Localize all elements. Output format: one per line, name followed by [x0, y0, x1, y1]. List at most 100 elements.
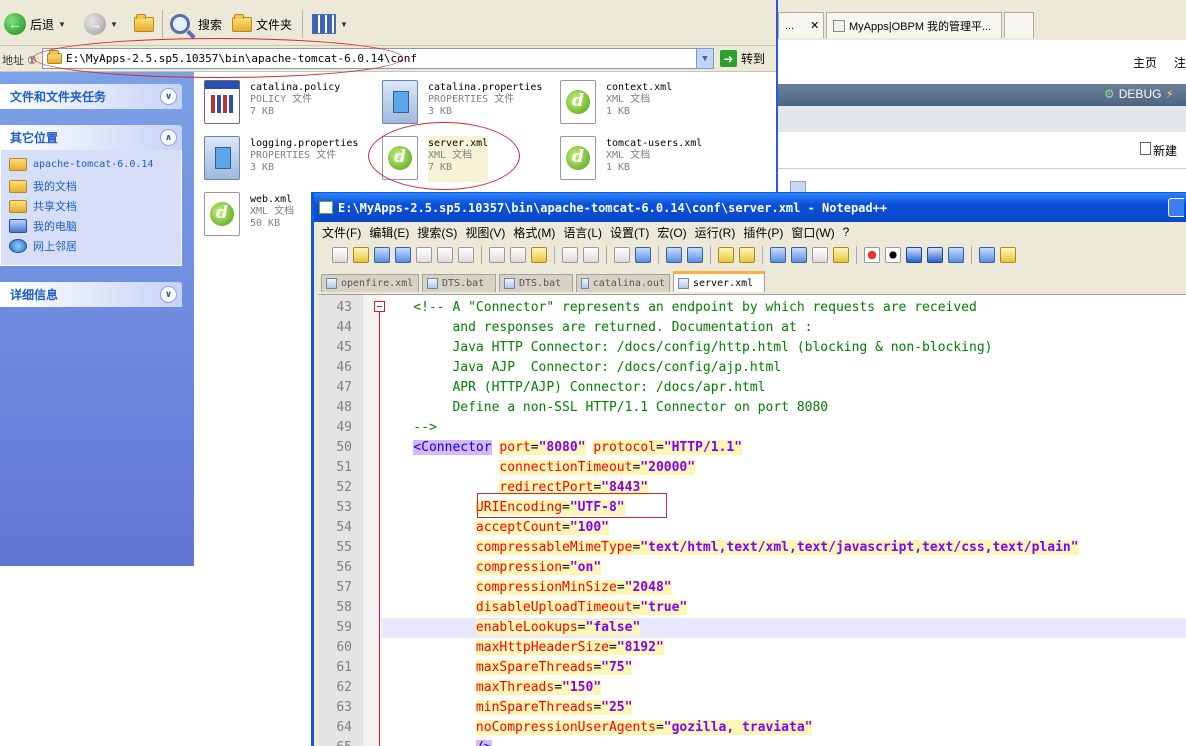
menu-file[interactable]: 文件(F)	[322, 224, 361, 241]
spell-check-icon[interactable]	[979, 247, 995, 263]
copy-icon[interactable]	[510, 247, 526, 263]
place-item-network[interactable]: 网上邻居	[9, 238, 77, 254]
file-item[interactable]: web.xmlXML 文档50 KB	[204, 192, 294, 238]
open-file-icon[interactable]	[353, 247, 369, 263]
tab-dts-bat[interactable]: DTS.bat	[422, 274, 496, 292]
menu-settings[interactable]: 设置(T)	[610, 224, 649, 241]
place-item-my-documents[interactable]: 我的文档	[9, 178, 77, 194]
tab-server-xml[interactable]: server.xml	[673, 271, 765, 292]
back-button[interactable]: ← 后退 ▼	[4, 10, 66, 38]
save-all-icon[interactable]	[395, 247, 411, 263]
go-label: 转到	[741, 52, 766, 66]
browser-nav: 主页 注	[778, 40, 1186, 84]
place-item-tomcat[interactable]: apache-tomcat-6.0.14	[9, 158, 153, 171]
fold-icon[interactable]	[833, 247, 849, 263]
menu-search[interactable]: 搜索(S)	[417, 224, 457, 241]
code-line: />	[382, 738, 1186, 746]
minimize-button[interactable]	[1168, 198, 1184, 217]
replace-icon[interactable]	[635, 247, 651, 263]
close-file-icon[interactable]	[416, 247, 432, 263]
xml-value: "150"	[562, 680, 602, 695]
file-tasks-header[interactable]: 文件和文件夹任务 ∨	[0, 84, 182, 109]
xml-attribute: disableUploadTimeout	[475, 600, 633, 615]
menu-run[interactable]: 运行(R)	[695, 224, 736, 241]
sync-horizontal-icon[interactable]	[739, 247, 755, 263]
new-button[interactable]: 新建	[1140, 142, 1177, 159]
tab-dts-bat-2[interactable]: DTS.bat	[499, 274, 573, 292]
play-macro-multiple-icon[interactable]	[927, 247, 943, 263]
close-icon[interactable]: ✕	[810, 19, 819, 32]
undo-icon[interactable]	[562, 247, 578, 263]
cut-icon[interactable]	[489, 247, 505, 263]
other-places-header[interactable]: 其它位置 ∧	[0, 125, 182, 150]
redo-icon[interactable]	[583, 247, 599, 263]
browser-tab-strip: ... ✕ MyApps|OBPM 我的管理平...	[778, 0, 1186, 40]
close-all-icon[interactable]	[437, 247, 453, 263]
line-number: 63	[336, 700, 352, 715]
register-link[interactable]: 注	[1174, 54, 1186, 71]
browser-tab[interactable]: MyApps|OBPM 我的管理平...	[826, 12, 1002, 38]
address-dropdown-button[interactable]: ▼	[696, 49, 713, 68]
new-file-icon[interactable]	[332, 247, 348, 263]
file-item[interactable]: context.xmlXML 文档1 KB	[560, 80, 672, 126]
browser-tab[interactable]: ... ✕	[778, 12, 824, 38]
record-macro-icon[interactable]	[864, 247, 880, 263]
menu-plugins[interactable]: 插件(P)	[743, 224, 783, 241]
show-all-chars-icon[interactable]	[791, 247, 807, 263]
file-item[interactable]: catalina.policy POLICY 文件 7 KB	[204, 80, 340, 126]
chevron-up-icon[interactable]: ∧	[160, 129, 177, 146]
find-icon[interactable]	[614, 247, 630, 263]
go-button[interactable]: ➜ 转到	[720, 50, 765, 67]
file-item[interactable]: catalina.properties PROPERTIES 文件 3 KB	[382, 80, 542, 126]
file-item[interactable]: tomcat-users.xmlXML 文档1 KB	[560, 136, 702, 182]
menu-window[interactable]: 窗口(W)	[791, 224, 834, 241]
place-item-my-computer[interactable]: 我的电脑	[9, 218, 77, 234]
menu-macro[interactable]: 宏(O)	[657, 224, 686, 241]
new-tab-button[interactable]	[1004, 12, 1034, 38]
menu-format[interactable]: 格式(M)	[513, 224, 555, 241]
xml-tag: />	[475, 740, 492, 746]
menu-language[interactable]: 语言(L)	[563, 224, 602, 241]
details-header[interactable]: 详细信息 ∨	[0, 282, 182, 307]
folders-button[interactable]: 文件夹	[232, 10, 292, 38]
save-icon[interactable]	[374, 247, 390, 263]
save-macro-icon[interactable]	[948, 247, 964, 263]
fold-margin	[362, 295, 385, 746]
stop-macro-icon[interactable]	[885, 247, 901, 263]
home-link[interactable]: 主页	[1133, 54, 1157, 71]
menu-edit[interactable]: 编辑(E)	[369, 224, 409, 241]
forward-button[interactable]: → ▼	[84, 10, 118, 38]
address-input[interactable]: E:\MyApps-2.5.sp5.10357\bin\apache-tomca…	[42, 48, 714, 69]
code-editor[interactable]: 43 44 45 46 47 48 49 50 51 52 53 54 55 56 57 58 59 60 61 62…	[318, 294, 1186, 746]
zoom-out-icon[interactable]	[687, 247, 703, 263]
print-icon[interactable]	[458, 247, 474, 263]
tab-catalina-out[interactable]: catalina.out	[576, 274, 670, 292]
file-icon	[678, 277, 689, 289]
place-item-shared-documents[interactable]: 共享文档	[9, 198, 77, 214]
views-button[interactable]: ▼	[312, 10, 348, 38]
file-item[interactable]: logging.properties PROPERTIES 文件 3 KB	[204, 136, 358, 182]
file-item-server-xml[interactable]: server.xmlXML 文档7 KB	[382, 136, 489, 182]
indent-guide-icon[interactable]	[812, 247, 828, 263]
up-folder-button[interactable]	[134, 10, 154, 38]
folder-icon	[9, 158, 27, 171]
sync-vertical-icon[interactable]	[718, 247, 734, 263]
debug-button[interactable]: ⚙ DEBUG ⚡	[1104, 87, 1174, 101]
search-button[interactable]: 搜索	[170, 10, 222, 38]
paste-icon[interactable]	[531, 247, 547, 263]
window-title-bar[interactable]: E:\MyApps-2.5.sp5.10357\bin\apache-tomca…	[314, 193, 1186, 222]
menu-view[interactable]: 视图(V)	[465, 224, 505, 241]
play-macro-icon[interactable]	[906, 247, 922, 263]
plugin-icon[interactable]	[1000, 247, 1016, 263]
tab-openfire-xml[interactable]: openfire.xml	[321, 274, 419, 292]
chevron-down-icon[interactable]: ∨	[160, 88, 177, 105]
file-size: 1 KB	[606, 162, 631, 173]
xml-value: "75"	[601, 660, 633, 675]
place-label: 我的文档	[33, 181, 77, 193]
line-number: 47	[336, 380, 352, 395]
menu-help[interactable]: ?	[843, 225, 850, 239]
zoom-in-icon[interactable]	[666, 247, 682, 263]
chevron-down-icon[interactable]: ∨	[160, 286, 177, 303]
word-wrap-icon[interactable]	[770, 247, 786, 263]
